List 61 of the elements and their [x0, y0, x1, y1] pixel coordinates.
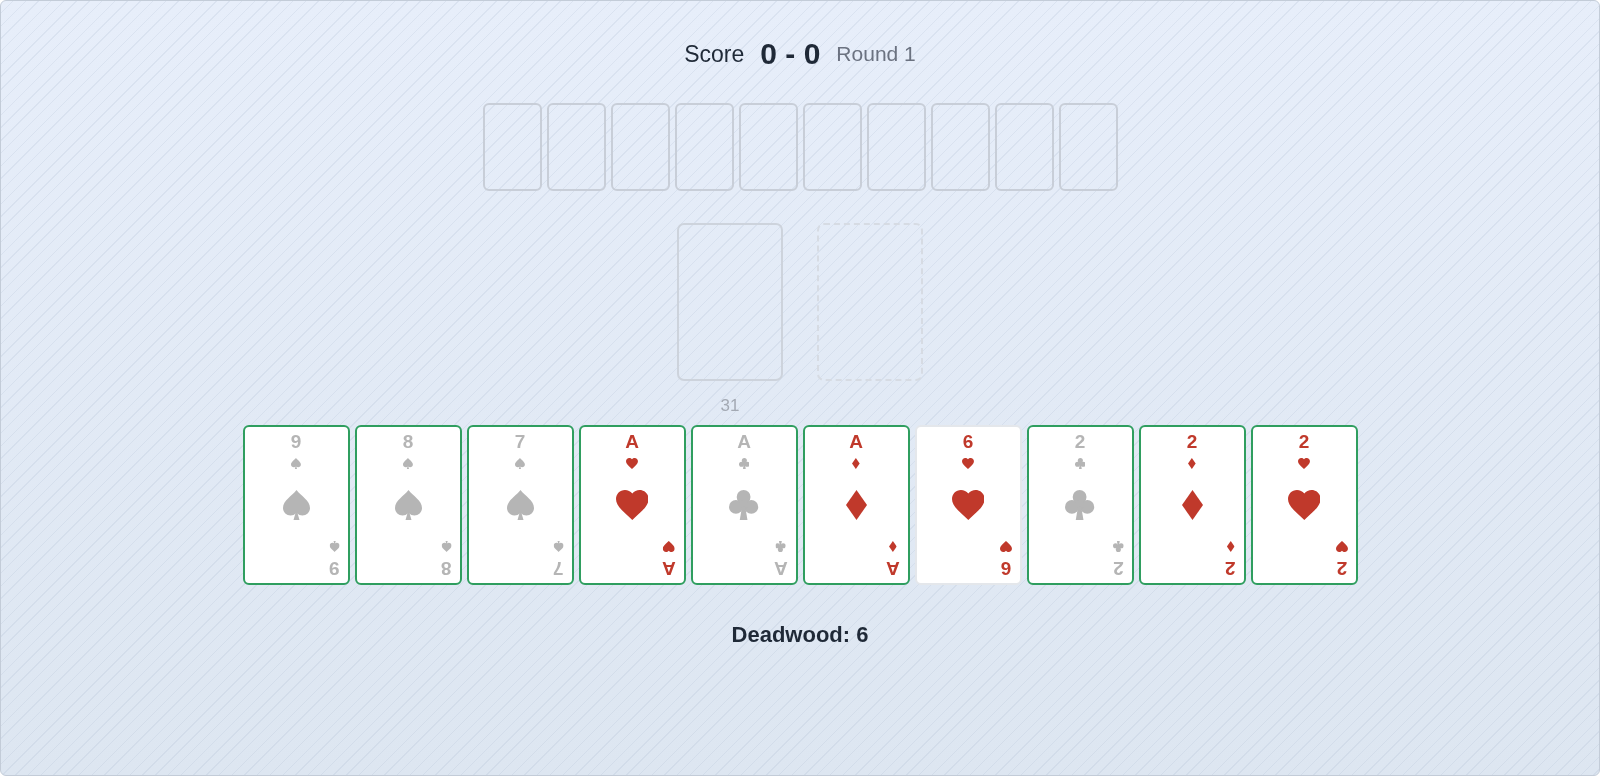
playing-card[interactable]: A A	[802, 425, 910, 585]
heart-icon	[999, 541, 1012, 552]
playing-card[interactable]: 2 2	[1138, 425, 1246, 585]
heart-icon	[951, 490, 985, 520]
card-rank: 2	[1336, 558, 1347, 578]
club-icon	[775, 541, 786, 552]
diamond-icon	[1188, 458, 1196, 469]
card-count: 31	[720, 396, 740, 416]
card-rank: A	[737, 432, 751, 452]
playing-card[interactable]: A A	[578, 425, 686, 585]
heart-icon	[662, 541, 675, 552]
card-rank: 6	[1000, 558, 1011, 578]
card-rank: 8	[402, 432, 414, 452]
card-rank: 7	[552, 558, 564, 578]
card-rank: 2	[1298, 432, 1310, 452]
spade-icon	[329, 541, 340, 552]
card-rank: A	[885, 558, 900, 578]
diamond-icon	[852, 458, 860, 469]
heart-icon	[962, 458, 974, 469]
card-rank: 2	[1224, 558, 1236, 578]
club-icon	[729, 490, 759, 520]
spade-icon	[394, 490, 422, 520]
card-rank: 2	[1186, 432, 1198, 452]
heart-icon	[1335, 541, 1348, 552]
playing-card[interactable]: 2 2	[1250, 425, 1358, 585]
spade-icon	[403, 458, 413, 469]
card-rank: A	[661, 558, 676, 578]
spade-icon	[441, 541, 452, 552]
deadwood-total: Deadwood: 6	[731, 621, 869, 649]
spade-icon	[282, 490, 310, 520]
diamond-icon	[888, 541, 897, 552]
card-rank: 9	[328, 558, 340, 578]
heart-icon	[615, 490, 649, 520]
club-icon	[738, 458, 750, 469]
card-rank: 2	[1074, 432, 1086, 452]
draw-pile[interactable]	[677, 223, 783, 381]
card-rank: 6	[962, 432, 974, 452]
spade-icon	[515, 458, 525, 469]
club-icon	[1112, 541, 1124, 552]
spade-icon	[553, 541, 564, 552]
card-rank: 7	[514, 432, 526, 452]
spade-icon	[291, 458, 301, 469]
card-rank: 2	[1112, 558, 1124, 578]
diamond-icon	[1226, 541, 1235, 552]
card-rank: A	[625, 432, 639, 452]
playing-card[interactable]: 6 6	[914, 425, 1022, 585]
card-rank: 9	[290, 432, 302, 452]
score-label: Score	[684, 40, 745, 68]
score-value: 0 - 0	[760, 37, 821, 71]
diamond-icon	[845, 490, 867, 520]
round-label: Round 1	[836, 42, 916, 66]
heart-icon	[1298, 458, 1310, 469]
heart-icon	[1287, 490, 1321, 520]
club-icon	[1065, 490, 1095, 520]
card-rank: A	[773, 558, 788, 578]
heart-icon	[626, 458, 638, 469]
spade-icon	[506, 490, 534, 520]
card-rank: A	[849, 432, 863, 452]
diamond-icon	[1181, 490, 1203, 520]
club-icon	[1074, 458, 1086, 469]
card-rank: 8	[440, 558, 452, 578]
